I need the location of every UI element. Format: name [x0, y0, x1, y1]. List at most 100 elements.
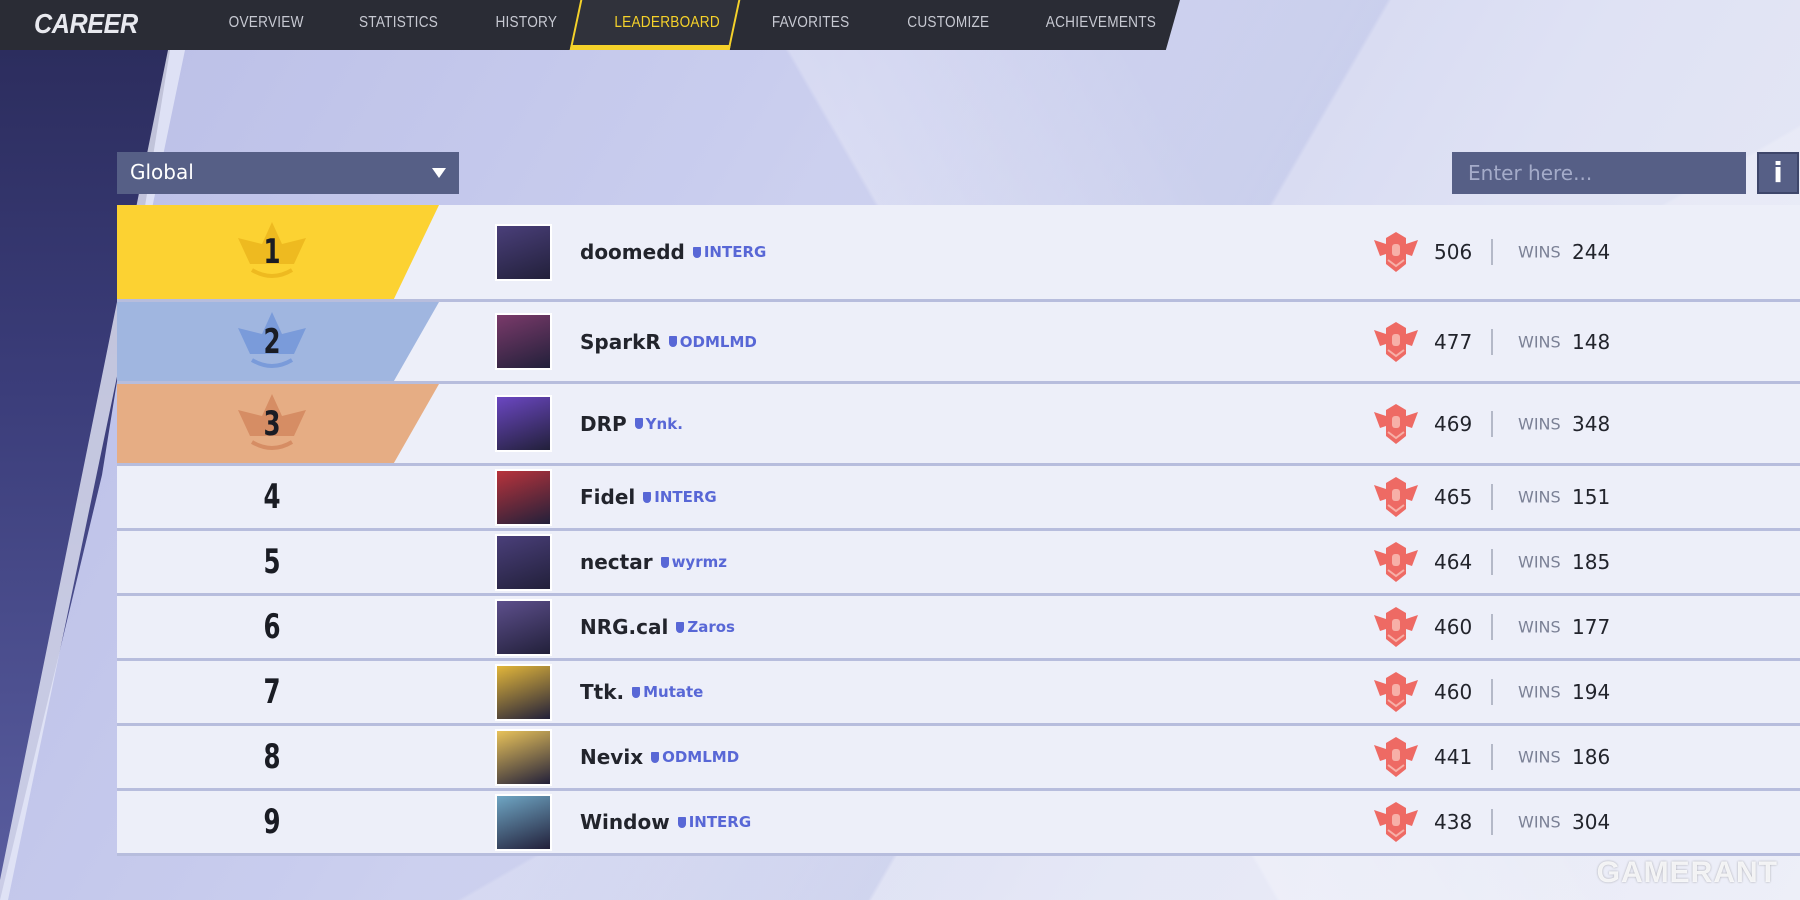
player-name-group: Window INTERG — [580, 810, 751, 834]
rank-score: 464 — [1434, 550, 1473, 574]
wins-label: WINS — [1518, 617, 1561, 637]
table-row[interactable]: 2 SparkR ODMLMD 477 WINS 148 — [117, 302, 1800, 384]
top-nav: CAREER OVERVIEW STATISTICS HISTORY LEADE… — [0, 0, 1180, 50]
rank-badge-icon — [1374, 542, 1418, 582]
tab-leaderboard[interactable]: LEADERBOARD — [614, 14, 720, 32]
club-shield-icon — [643, 491, 652, 503]
wins-label: WINS — [1518, 812, 1561, 832]
club-name: Mutate — [643, 683, 704, 701]
leaderboard-table: 1 doomedd INTERG 506 WINS 244 2 SparkR O… — [117, 205, 1800, 856]
player-search-input[interactable] — [1452, 152, 1746, 194]
avatar — [495, 533, 552, 591]
table-row[interactable]: 4 Fidel INTERG 465 WINS 151 — [117, 466, 1800, 531]
wins-label: WINS — [1518, 414, 1561, 433]
divider — [1491, 679, 1493, 705]
club-shield-icon — [668, 336, 677, 347]
club-tag[interactable]: ODMLMD — [668, 332, 757, 351]
rank-score: 460 — [1434, 680, 1473, 704]
player-name[interactable]: Nevix — [580, 745, 643, 769]
wins-count: 194 — [1572, 680, 1611, 704]
rank-value: 1 — [263, 232, 281, 272]
wins-label: WINS — [1518, 332, 1561, 351]
tab-history[interactable]: HISTORY — [495, 14, 557, 32]
player-name[interactable]: Window — [580, 810, 670, 834]
tab-favorites[interactable]: FAVORITES — [772, 14, 850, 32]
club-tag[interactable]: INTERG — [692, 243, 766, 261]
rank-score: 438 — [1434, 810, 1473, 834]
wins-label: WINS — [1518, 242, 1561, 262]
club-tag[interactable]: wyrmz — [660, 553, 727, 571]
rank-badge-icon — [1374, 607, 1418, 647]
rank-score: 477 — [1434, 329, 1473, 354]
table-row[interactable]: 1 doomedd INTERG 506 WINS 244 — [117, 205, 1800, 302]
divider — [1491, 239, 1493, 265]
divider — [1491, 484, 1493, 510]
rank-score: 465 — [1434, 485, 1473, 509]
divider — [1491, 744, 1493, 770]
avatar — [495, 793, 552, 851]
player-name-group: Nevix ODMLMD — [580, 745, 739, 769]
avatar — [495, 728, 552, 786]
avatar — [495, 395, 552, 452]
wins-count: 348 — [1572, 411, 1611, 436]
club-tag[interactable]: INTERG — [643, 488, 717, 506]
player-name-group: Fidel INTERG — [580, 485, 717, 509]
wins-label: WINS — [1518, 682, 1561, 702]
tab-overview[interactable]: OVERVIEW — [229, 14, 304, 32]
club-name: ODMLMD — [679, 332, 757, 351]
region-dropdown[interactable]: Global — [117, 152, 459, 194]
club-shield-icon — [677, 816, 686, 828]
club-tag[interactable]: Ynk. — [634, 414, 683, 433]
table-row[interactable]: 3 DRP Ynk. 469 WINS 348 — [117, 384, 1800, 466]
club-tag[interactable]: Mutate — [632, 683, 703, 701]
tab-statistics[interactable]: STATISTICS — [359, 14, 438, 32]
club-shield-icon — [676, 621, 685, 633]
tab-customize[interactable]: CUSTOMIZE — [907, 14, 989, 32]
rank-value: 7 — [263, 672, 281, 712]
info-button[interactable]: i — [1757, 152, 1799, 194]
player-name[interactable]: doomedd — [580, 240, 685, 264]
club-name: INTERG — [688, 813, 752, 831]
wins-label: WINS — [1518, 552, 1561, 572]
rank-value: 4 — [263, 477, 281, 517]
wins-count: 148 — [1572, 329, 1611, 354]
divider — [1491, 809, 1493, 835]
rank-badge-icon — [1374, 403, 1418, 444]
player-name[interactable]: Ttk. — [580, 680, 624, 704]
club-tag[interactable]: ODMLMD — [651, 748, 739, 766]
avatar — [495, 663, 552, 721]
club-tag[interactable]: Zaros — [676, 618, 735, 636]
rank-badge-icon — [1374, 232, 1418, 272]
table-row[interactable]: 6 NRG.cal Zaros 460 WINS 177 — [117, 596, 1800, 661]
player-name[interactable]: DRP — [580, 412, 627, 436]
rank-score: 506 — [1434, 240, 1473, 264]
divider — [1491, 549, 1493, 575]
rank-value: 5 — [263, 542, 281, 582]
rank-value: 6 — [263, 607, 281, 647]
tab-achievements[interactable]: ACHIEVEMENTS — [1046, 14, 1156, 32]
club-tag[interactable]: INTERG — [677, 813, 752, 831]
wins-count: 304 — [1572, 810, 1611, 834]
rank-value: 8 — [263, 737, 281, 777]
rank-badge-icon — [1374, 802, 1418, 842]
player-name[interactable]: NRG.cal — [580, 615, 668, 639]
player-name[interactable]: Fidel — [580, 485, 635, 509]
table-row[interactable]: 7 Ttk. Mutate 460 WINS 194 — [117, 661, 1800, 726]
player-name-group: NRG.cal Zaros — [580, 615, 735, 639]
club-shield-icon — [651, 751, 660, 763]
table-row[interactable]: 8 Nevix ODMLMD 441 WINS 186 — [117, 726, 1800, 791]
table-row[interactable]: 5 nectar wyrmz 464 WINS 185 — [117, 531, 1800, 596]
player-name[interactable]: SparkR — [580, 330, 661, 354]
club-name: INTERG — [654, 488, 717, 506]
avatar — [495, 598, 552, 656]
club-name: Ynk. — [645, 414, 683, 433]
avatar — [495, 223, 552, 281]
rank-badge-icon — [1374, 672, 1418, 712]
table-row[interactable]: 9 Window INTERG 438 WINS 304 — [117, 791, 1800, 856]
wins-count: 177 — [1572, 615, 1611, 639]
watermark: GAMERANT — [1596, 856, 1778, 889]
player-name[interactable]: nectar — [580, 550, 653, 574]
region-selected: Global — [130, 160, 194, 184]
wins-label: WINS — [1518, 747, 1561, 767]
club-name: ODMLMD — [662, 748, 740, 766]
